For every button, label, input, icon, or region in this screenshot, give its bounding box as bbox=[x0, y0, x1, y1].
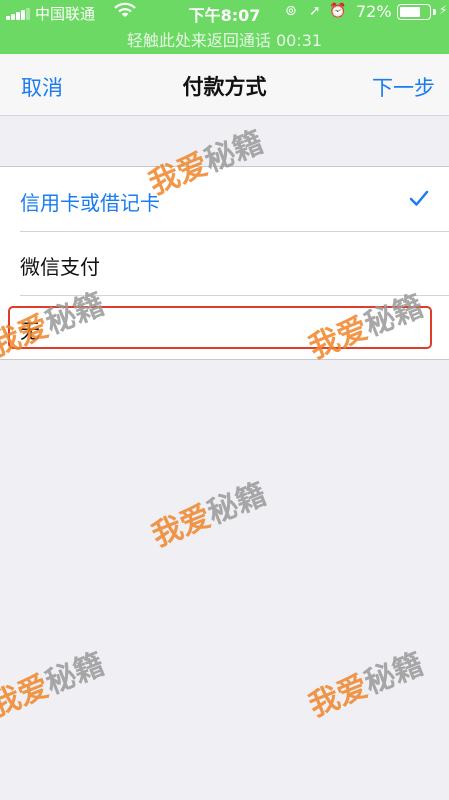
charging-icon: ⚡ bbox=[439, 3, 448, 17]
watermark: 我爱秘籍 bbox=[0, 646, 110, 724]
status-bar[interactable]: 中国联通 下午8:07 ⊚ ➚ ⏰ 72% ⚡ 轻触此处来返回通话 00:31 bbox=[0, 0, 449, 54]
next-step-button[interactable]: 下一步 bbox=[372, 72, 435, 102]
navigation-bar: 取消 付款方式 下一步 bbox=[0, 54, 449, 116]
battery-fill bbox=[400, 7, 420, 17]
battery-icon bbox=[397, 4, 431, 20]
status-row: 中国联通 下午8:07 ⊚ ➚ ⏰ 72% ⚡ bbox=[0, 0, 449, 25]
option-label: 信用卡或借记卡 bbox=[20, 191, 160, 215]
option-card[interactable]: 信用卡或借记卡 bbox=[0, 167, 449, 231]
return-to-call-banner[interactable]: 轻触此处来返回通话 00:31 bbox=[0, 27, 449, 51]
checkmark-icon bbox=[409, 190, 429, 206]
location-icon: ➚ bbox=[309, 3, 321, 19]
watermark: 我爱秘籍 bbox=[304, 646, 429, 724]
battery-tip bbox=[433, 9, 436, 15]
option-wechat-pay[interactable]: 微信支付 bbox=[0, 231, 449, 295]
option-label: 微信支付 bbox=[20, 255, 100, 279]
watermark: 我爱秘籍 bbox=[147, 476, 272, 554]
status-icons: ⊚ ➚ ⏰ bbox=[285, 3, 347, 21]
alarm-icon: ⏰ bbox=[329, 3, 347, 19]
screen-lock-icon: ⊚ bbox=[285, 3, 297, 19]
battery-percent: 72% bbox=[356, 2, 392, 21]
